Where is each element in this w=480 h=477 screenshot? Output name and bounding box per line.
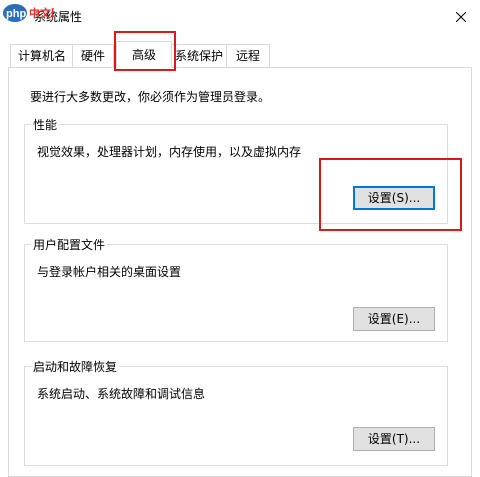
performance-description: 视觉效果，处理器计划，内存使用，以及虚拟内存: [37, 145, 302, 159]
tab-system-protection[interactable]: 系统保护: [170, 44, 228, 67]
performance-settings-button[interactable]: 设置(S)...: [353, 186, 435, 210]
title-bar: 系统属性 php 中文网: [0, 0, 480, 34]
user-profiles-group: 用户配置文件 与登录帐户相关的桌面设置 设置(E)...: [24, 236, 448, 342]
tab-advanced[interactable]: 高级: [116, 41, 172, 68]
svg-text:php: php: [6, 8, 26, 20]
tab-hardware[interactable]: 硬件: [72, 44, 114, 67]
user-profiles-description: 与登录帐户相关的桌面设置: [37, 265, 182, 279]
close-icon: [456, 12, 466, 22]
tab-remote[interactable]: 远程: [226, 44, 270, 67]
performance-group: 性能 视觉效果，处理器计划，内存使用，以及虚拟内存 设置(S)...: [24, 116, 448, 224]
tab-computer-name[interactable]: 计算机名: [10, 44, 74, 67]
php-logo-icon: php 中文网: [2, 2, 62, 24]
tab-strip: 计算机名 硬件 高级 系统保护 远程: [0, 41, 480, 68]
performance-caption: 性能: [31, 116, 60, 133]
user-profiles-settings-button[interactable]: 设置(E)...: [353, 307, 435, 331]
system-properties-window: 系统属性 php 中文网 计算机名 硬件 高级 系统保护 远程 要进行大多数更改…: [0, 0, 480, 477]
startup-recovery-caption: 启动和故障恢复: [31, 358, 120, 375]
startup-recovery-group: 启动和故障恢复 系统启动、系统故障和调试信息 设置(T)...: [24, 358, 448, 466]
close-button[interactable]: [446, 4, 476, 30]
startup-recovery-description: 系统启动、系统故障和调试信息: [37, 387, 206, 401]
startup-recovery-settings-button[interactable]: 设置(T)...: [353, 427, 435, 451]
svg-text:中文网: 中文网: [29, 6, 54, 20]
user-profiles-caption: 用户配置文件: [31, 236, 108, 253]
admin-notice: 要进行大多数更改，你必须作为管理员登录。: [30, 90, 271, 104]
